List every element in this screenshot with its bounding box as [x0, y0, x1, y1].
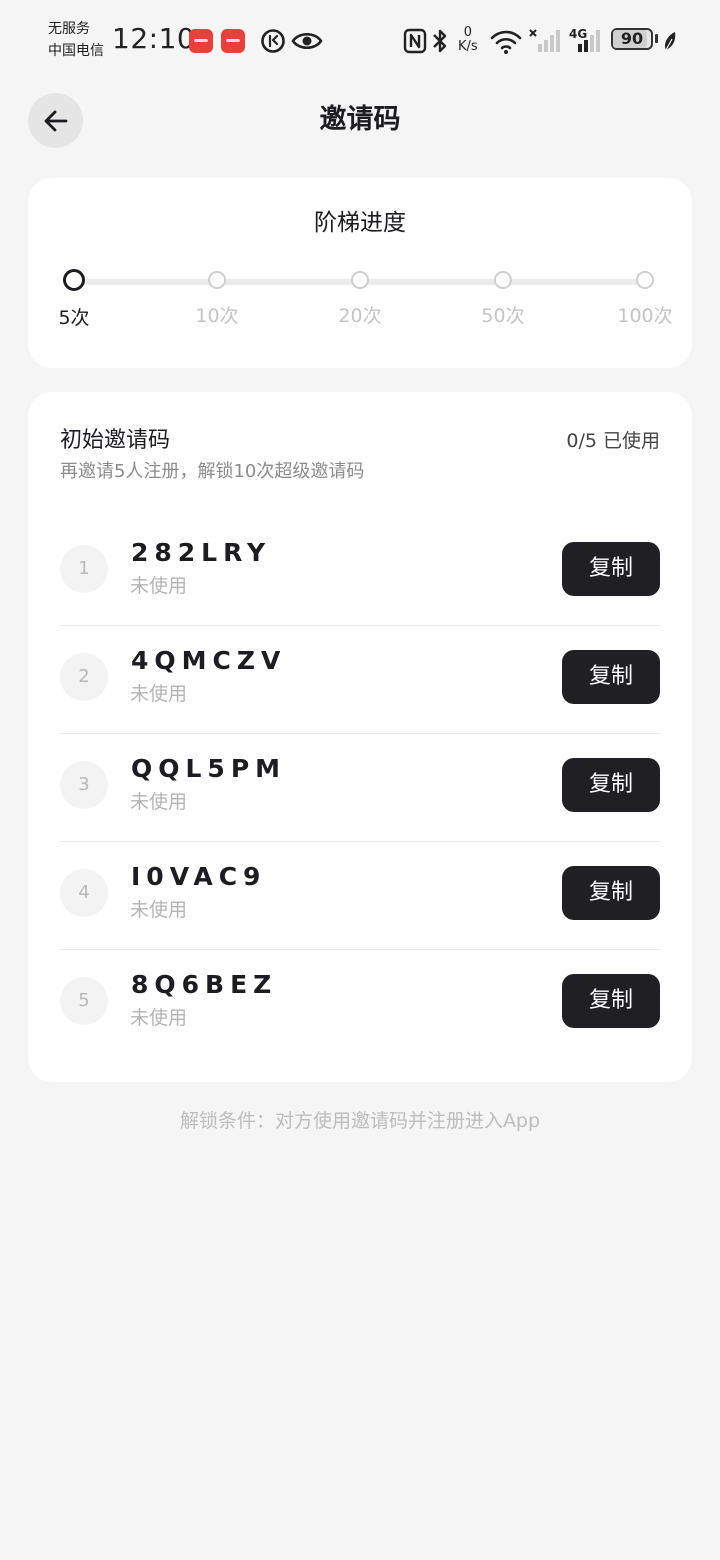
tier-dot	[351, 271, 369, 289]
tier-label: 5次	[58, 307, 90, 329]
tier-dot	[494, 271, 512, 289]
tier-dot	[63, 269, 85, 291]
code-index: 5	[60, 977, 108, 1025]
copy-button[interactable]: 复制	[562, 542, 660, 596]
net-speed-value: 0	[463, 25, 472, 40]
status-bar: 无服务 中国电信 12:10 0 K/s 4G 90	[0, 0, 720, 80]
copy-button[interactable]: 复制	[562, 650, 660, 704]
copy-button[interactable]: 复制	[562, 974, 660, 1028]
tier-step-5: 100次	[585, 270, 705, 329]
unlock-condition-note: 解锁条件：对方使用邀请码并注册进入App	[179, 1110, 541, 1132]
invite-codes-card: 初始邀请码 0/5 已使用 再邀请5人注册，解锁10次超级邀请码 1 282LR…	[28, 392, 692, 1082]
carrier-status: 无服务	[48, 21, 90, 37]
code-index: 3	[60, 761, 108, 809]
tier-step-4: 50次	[443, 270, 563, 329]
tier-step-3: 20次	[300, 270, 420, 329]
tier-dot	[636, 271, 654, 289]
codes-subtitle: 再邀请5人注册，解锁10次超级邀请码	[60, 461, 365, 482]
tier-progress-card: 阶梯进度 5次 10次 20次 50次 100次	[28, 178, 692, 368]
code-status: 未使用	[130, 791, 188, 813]
invite-code: 282LRY	[131, 538, 272, 567]
code-status: 未使用	[130, 1007, 188, 1029]
battery-icon: 90	[611, 28, 653, 50]
invite-code: I0VAC9	[131, 862, 267, 891]
code-status: 未使用	[130, 899, 188, 921]
code-row: 5 8Q6BEZ 未使用 复制	[60, 950, 660, 1058]
code-index: 1	[60, 545, 108, 593]
tier-label: 10次	[195, 305, 239, 327]
code-row: 2 4QMCZV 未使用 复制	[60, 626, 660, 734]
huawei-app-icon	[189, 29, 213, 53]
codes-heading: 初始邀请码	[60, 428, 171, 453]
codes-usage-count: 0/5 已使用	[566, 430, 660, 452]
tier-label: 50次	[481, 305, 525, 327]
status-time: 12:10	[112, 22, 196, 55]
net-speed: 0 K/s	[458, 26, 478, 54]
code-row: 3 QQL5PM 未使用 复制	[60, 734, 660, 842]
eye-icon	[291, 32, 323, 50]
timer-icon	[261, 29, 285, 53]
leaf-icon	[665, 32, 676, 51]
invite-code: 8Q6BEZ	[131, 970, 278, 999]
tier-dot	[208, 271, 226, 289]
carrier-info: 无服务 中国电信	[48, 18, 104, 62]
progress-title: 阶梯进度	[314, 210, 406, 236]
nfc-icon	[403, 28, 427, 54]
battery-tip	[655, 34, 658, 43]
huawei-app-icon-2	[221, 29, 245, 53]
code-index: 4	[60, 869, 108, 917]
tier-step-2: 10次	[157, 270, 277, 329]
code-index: 2	[60, 653, 108, 701]
wifi-icon	[490, 30, 522, 54]
battery-percent: 90	[620, 29, 644, 48]
tier-label: 20次	[338, 305, 382, 327]
page-title: 邀请码	[319, 104, 401, 135]
code-status: 未使用	[130, 575, 188, 597]
tier-step-1: 5次	[14, 269, 134, 331]
invite-code: 4QMCZV	[131, 646, 287, 675]
copy-button[interactable]: 复制	[562, 866, 660, 920]
tier-label: 100次	[617, 305, 673, 327]
signal-4g-icon	[578, 30, 600, 52]
signal-no-service-icon	[529, 29, 560, 52]
invite-code: QQL5PM	[131, 754, 287, 783]
bluetooth-icon	[433, 29, 447, 53]
code-row: 4 I0VAC9 未使用 复制	[60, 842, 660, 950]
code-row: 1 282LRY 未使用 复制	[60, 518, 660, 626]
code-status: 未使用	[130, 683, 188, 705]
net-speed-unit: K/s	[458, 39, 478, 54]
copy-button[interactable]: 复制	[562, 758, 660, 812]
carrier-name: 中国电信	[48, 43, 104, 59]
